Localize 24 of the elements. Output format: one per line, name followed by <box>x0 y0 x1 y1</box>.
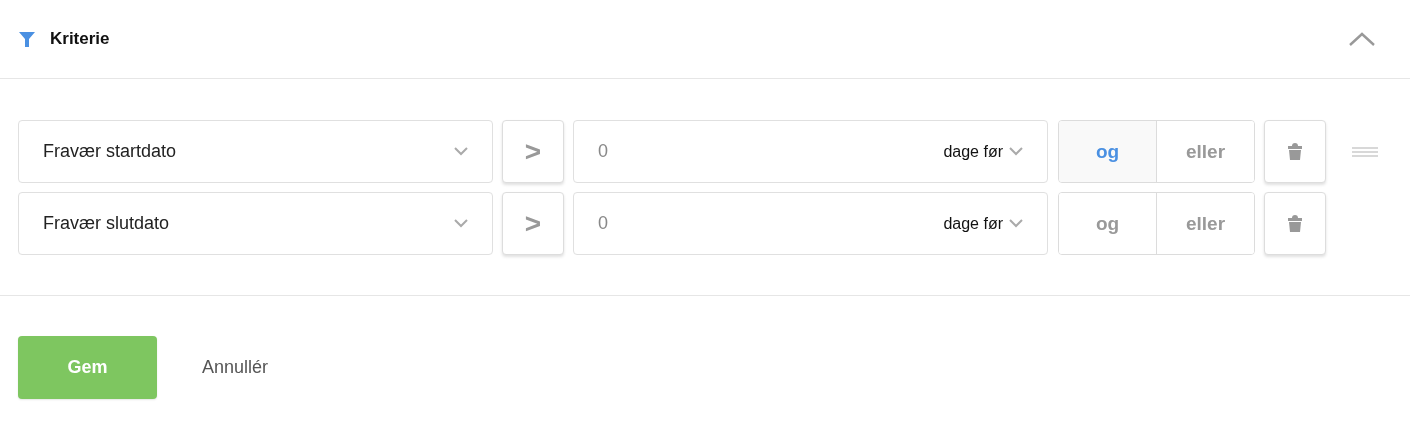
drag-handle-icon[interactable] <box>1352 146 1378 157</box>
operator-button[interactable]: > <box>502 120 564 183</box>
chevron-down-icon <box>454 219 468 228</box>
save-button[interactable]: Gem <box>18 336 157 399</box>
trash-icon <box>1287 214 1303 233</box>
cancel-button[interactable]: Annullér <box>202 357 269 378</box>
field-select[interactable]: Fravær slutdato <box>18 192 493 255</box>
conjunction-option[interactable]: eller <box>1156 193 1254 254</box>
section-title: Kriterie <box>50 29 111 49</box>
conjunction-option[interactable]: eller <box>1156 121 1254 182</box>
chevron-down-icon <box>1009 219 1023 228</box>
chevron-down-icon <box>1009 147 1023 156</box>
conjunction-option[interactable]: og <box>1059 121 1156 182</box>
unit-select[interactable]: dage før <box>943 214 1023 233</box>
value-input[interactable]: 0 <box>598 141 944 162</box>
chevron-down-icon <box>454 147 468 156</box>
operator-button[interactable]: > <box>502 192 564 255</box>
field-select[interactable]: Fravær startdato <box>18 120 493 183</box>
filter-icon <box>18 30 36 48</box>
delete-button[interactable] <box>1264 192 1326 255</box>
trash-icon <box>1287 142 1303 161</box>
value-input[interactable]: 0 <box>598 213 944 234</box>
delete-button[interactable] <box>1264 120 1326 183</box>
unit-select[interactable]: dage før <box>943 142 1023 161</box>
